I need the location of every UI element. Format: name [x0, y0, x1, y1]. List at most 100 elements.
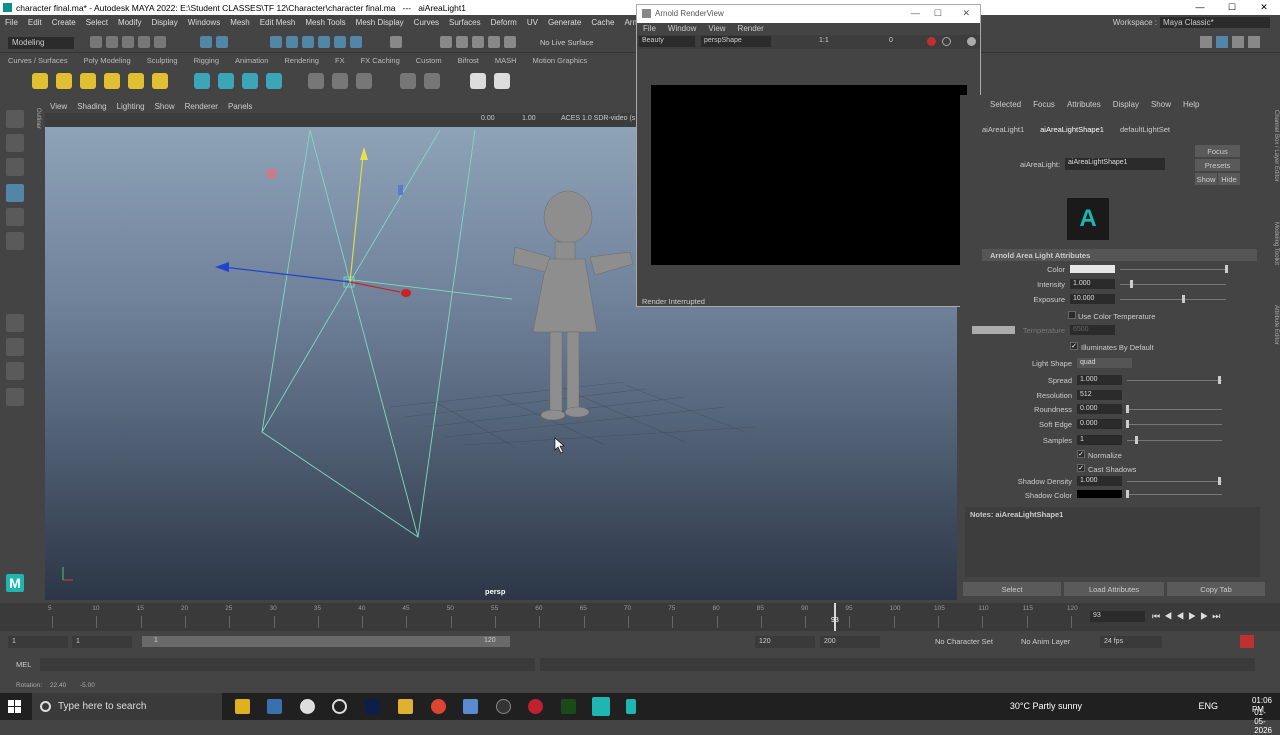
shadow-density-field[interactable]: 1.000	[1077, 476, 1122, 486]
current-frame-field[interactable]: 93	[1090, 611, 1145, 622]
hypershade-icon[interactable]	[400, 73, 416, 89]
fps-dropdown[interactable]: 24 fps	[1100, 636, 1162, 648]
tab-aiarealight1[interactable]: aiAreaLight1	[974, 125, 1032, 134]
playback-start-field[interactable]: 1	[72, 636, 132, 648]
lock-icon[interactable]	[390, 36, 402, 48]
shadow-density-slider-knob[interactable]	[1218, 477, 1221, 485]
menu-edit[interactable]: Edit	[23, 18, 47, 27]
character-set[interactable]: No Character Set	[935, 637, 993, 646]
eye-icon[interactable]	[470, 73, 486, 89]
rv-menu-file[interactable]: File	[637, 23, 662, 35]
shadow-density-slider[interactable]	[1127, 481, 1222, 482]
normalize-checkbox[interactable]: ✓	[1077, 450, 1085, 458]
menu-deform[interactable]: Deform	[486, 18, 522, 27]
select-hierarchy-icon[interactable]	[200, 36, 212, 48]
menu-create[interactable]: Create	[47, 18, 81, 27]
ae-menu-attributes[interactable]: Attributes	[1061, 100, 1107, 109]
settings-gear-icon[interactable]	[967, 37, 976, 46]
ae-menu-focus[interactable]: Focus	[1027, 100, 1061, 109]
shelf-tab-sculpting[interactable]: Sculpting	[139, 55, 186, 67]
live-surface-label[interactable]: No Live Surface	[540, 38, 593, 47]
ae-select-button[interactable]: Select	[963, 582, 1061, 596]
shadow-color-slider[interactable]	[1127, 494, 1222, 495]
roundness-slider[interactable]	[1127, 409, 1222, 410]
presets-button[interactable]: Presets	[1195, 159, 1240, 171]
lasso-tool-icon[interactable]	[6, 134, 24, 152]
spot-light-icon[interactable]	[56, 73, 72, 89]
history-icon[interactable]	[440, 36, 452, 48]
render-view-icon[interactable]	[424, 73, 440, 89]
samples-slider-knob[interactable]	[1135, 436, 1138, 444]
modeling-toolkit-tab[interactable]: Modeling Toolkit	[1270, 222, 1279, 265]
time-slider[interactable]: 5 10 15 20 25 30 35 40 45 50 55 60 65 70 75 80 85 90 95 100…	[0, 603, 1280, 631]
menu-cache[interactable]: Cache	[586, 18, 619, 27]
four-view-icon[interactable]	[6, 338, 24, 356]
shelf-tab-fx-caching[interactable]: FX Caching	[353, 55, 408, 67]
shelf-tab-animation[interactable]: Animation	[227, 55, 276, 67]
focus-button[interactable]: Focus	[1195, 145, 1240, 157]
stop-render-icon[interactable]	[927, 37, 936, 46]
volume-light-icon[interactable]	[152, 73, 168, 89]
spread-slider-knob[interactable]	[1218, 376, 1221, 384]
ratio-label[interactable]: 1:1	[819, 37, 829, 44]
layout-outliner-icon[interactable]	[1232, 36, 1244, 48]
menu-generate[interactable]: Generate	[543, 18, 586, 27]
rotate-tool-icon[interactable]	[6, 208, 24, 226]
menu-edit-mesh[interactable]: Edit Mesh	[255, 18, 301, 27]
light-shape-dropdown[interactable]: quad	[1077, 358, 1132, 368]
directional-light-icon[interactable]	[80, 73, 96, 89]
sym-icon[interactable]	[488, 36, 500, 48]
intensity-field[interactable]: 1.000	[1070, 279, 1115, 289]
layout-single-icon[interactable]	[1200, 36, 1212, 48]
illuminates-checkbox[interactable]: ✓	[1070, 342, 1078, 350]
ipr-render-icon[interactable]	[332, 73, 348, 89]
menu-mesh-tools[interactable]: Mesh Tools	[300, 18, 350, 27]
soft-edge-slider-knob[interactable]	[1126, 420, 1129, 428]
snap-live-icon[interactable]	[350, 36, 362, 48]
attribute-editor-tab[interactable]: Attribute Editor	[1270, 305, 1279, 345]
calculator-icon[interactable]	[267, 699, 282, 714]
snap-curve-icon[interactable]	[286, 36, 298, 48]
snap-view-icon[interactable]	[318, 36, 330, 48]
exposure-value[interactable]: 0	[889, 37, 893, 44]
exposure-slider-knob[interactable]	[1182, 295, 1185, 303]
vp-menu-shading[interactable]: Shading	[72, 100, 111, 113]
vp-menu-view[interactable]: View	[45, 100, 72, 113]
anim-layer[interactable]: No Anim Layer	[1021, 637, 1070, 646]
soft-edge-field[interactable]: 0.000	[1077, 419, 1122, 429]
workspace-selector[interactable]: Workspace : Maya Classic*	[1113, 17, 1270, 28]
exposure-slider[interactable]	[1120, 299, 1226, 300]
range-slider[interactable]: 1 120	[142, 636, 510, 647]
aov-dropdown[interactable]: Beauty	[639, 36, 695, 47]
rv-menu-view[interactable]: View	[702, 23, 731, 35]
rv-close-button[interactable]: ✕	[962, 8, 970, 19]
render-icon[interactable]	[308, 73, 324, 89]
workspace-value[interactable]: Maya Classic*	[1160, 17, 1270, 28]
menu-surfaces[interactable]: Surfaces	[444, 18, 486, 27]
shelf-tab-fx[interactable]: FX	[327, 55, 353, 67]
recorder-icon[interactable]	[496, 699, 511, 714]
shelf-tab-poly[interactable]: Poly Modeling	[76, 55, 139, 67]
layout-four-icon[interactable]	[1216, 36, 1228, 48]
mode-dropdown[interactable]: Modeling	[8, 37, 74, 49]
language[interactable]: ENG	[1198, 701, 1218, 711]
color-slider[interactable]	[1120, 269, 1226, 270]
substance-icon[interactable]	[561, 699, 576, 714]
intensity-slider[interactable]	[1120, 284, 1226, 285]
vp-menu-renderer[interactable]: Renderer	[180, 100, 223, 113]
close-button[interactable]: ✕	[1248, 0, 1280, 15]
menu-display[interactable]: Display	[147, 18, 183, 27]
menu-file[interactable]: File	[0, 18, 23, 27]
shadow-color-swatch[interactable]	[1077, 490, 1122, 498]
color-swatch[interactable]	[1070, 265, 1115, 273]
weather[interactable]: 30°C Partly sunny	[1010, 701, 1082, 711]
ae-menu-show[interactable]: Show	[1145, 100, 1177, 109]
menu-curves[interactable]: Curves	[409, 18, 444, 27]
minimize-button[interactable]: —	[1184, 0, 1216, 15]
cortana-icon[interactable]	[332, 699, 347, 714]
select-tool-icon[interactable]	[6, 110, 24, 128]
arnold-physical-sky-icon[interactable]	[266, 73, 282, 89]
mel-label[interactable]: MEL	[16, 660, 31, 669]
shelf-tab-rigging[interactable]: Rigging	[186, 55, 227, 67]
copy-tab-button[interactable]: Copy Tab	[1167, 582, 1265, 596]
